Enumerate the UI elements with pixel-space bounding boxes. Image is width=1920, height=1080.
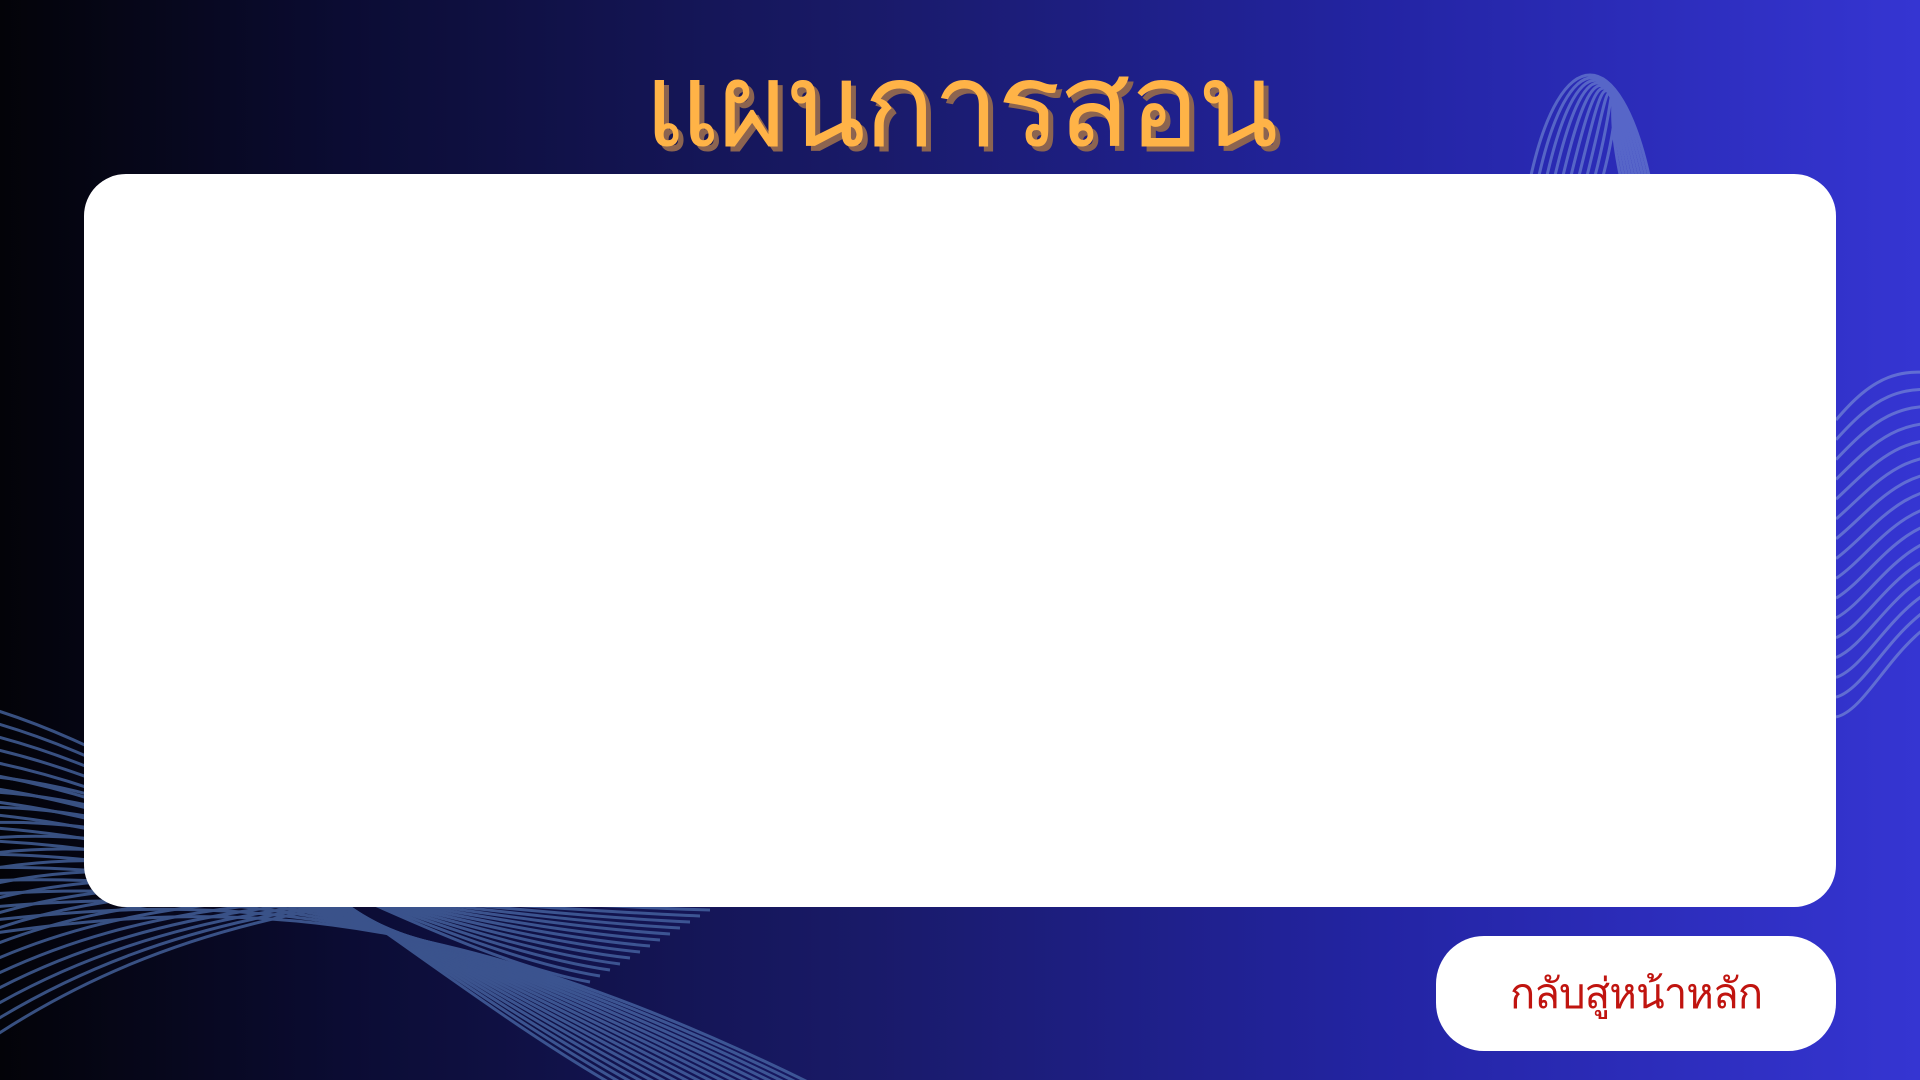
wave-line [1835,509,1920,580]
wave-line [0,889,772,1080]
wave-line [1834,388,1920,441]
wave-line [0,893,731,990]
wave-line [1835,474,1920,540]
wave-line [1835,457,1920,521]
wave-line [1835,613,1920,699]
wave-line [0,878,761,1035]
wave-line [1834,370,1920,421]
wave-line [0,899,784,1080]
wave-line [1834,405,1920,461]
content-panel [84,174,1836,907]
wave-line [1834,440,1920,501]
wave-line [0,884,751,1020]
back-to-home-label: กลับสู่หน้าหลัก [1509,968,1763,1018]
wave-line [0,895,711,960]
wave-line [0,915,808,1080]
wave-line [0,907,796,1080]
wave-line [0,878,760,1080]
wave-line [0,895,721,975]
wave-line [0,889,741,1005]
wave-line [1835,578,1920,659]
wave-line [1835,543,1920,620]
wave-line [1835,630,1920,719]
page-title: แผนการสอน [643,36,1279,174]
wave-line [1835,492,1920,560]
wave-lines-right [1834,370,1920,719]
wave-line [1835,595,1920,679]
wave-line [1835,561,1920,640]
back-to-home-button[interactable]: กลับสู่หน้าหลัก [1436,936,1836,1051]
wave-line [1834,422,1920,481]
wave-line [1835,526,1920,600]
